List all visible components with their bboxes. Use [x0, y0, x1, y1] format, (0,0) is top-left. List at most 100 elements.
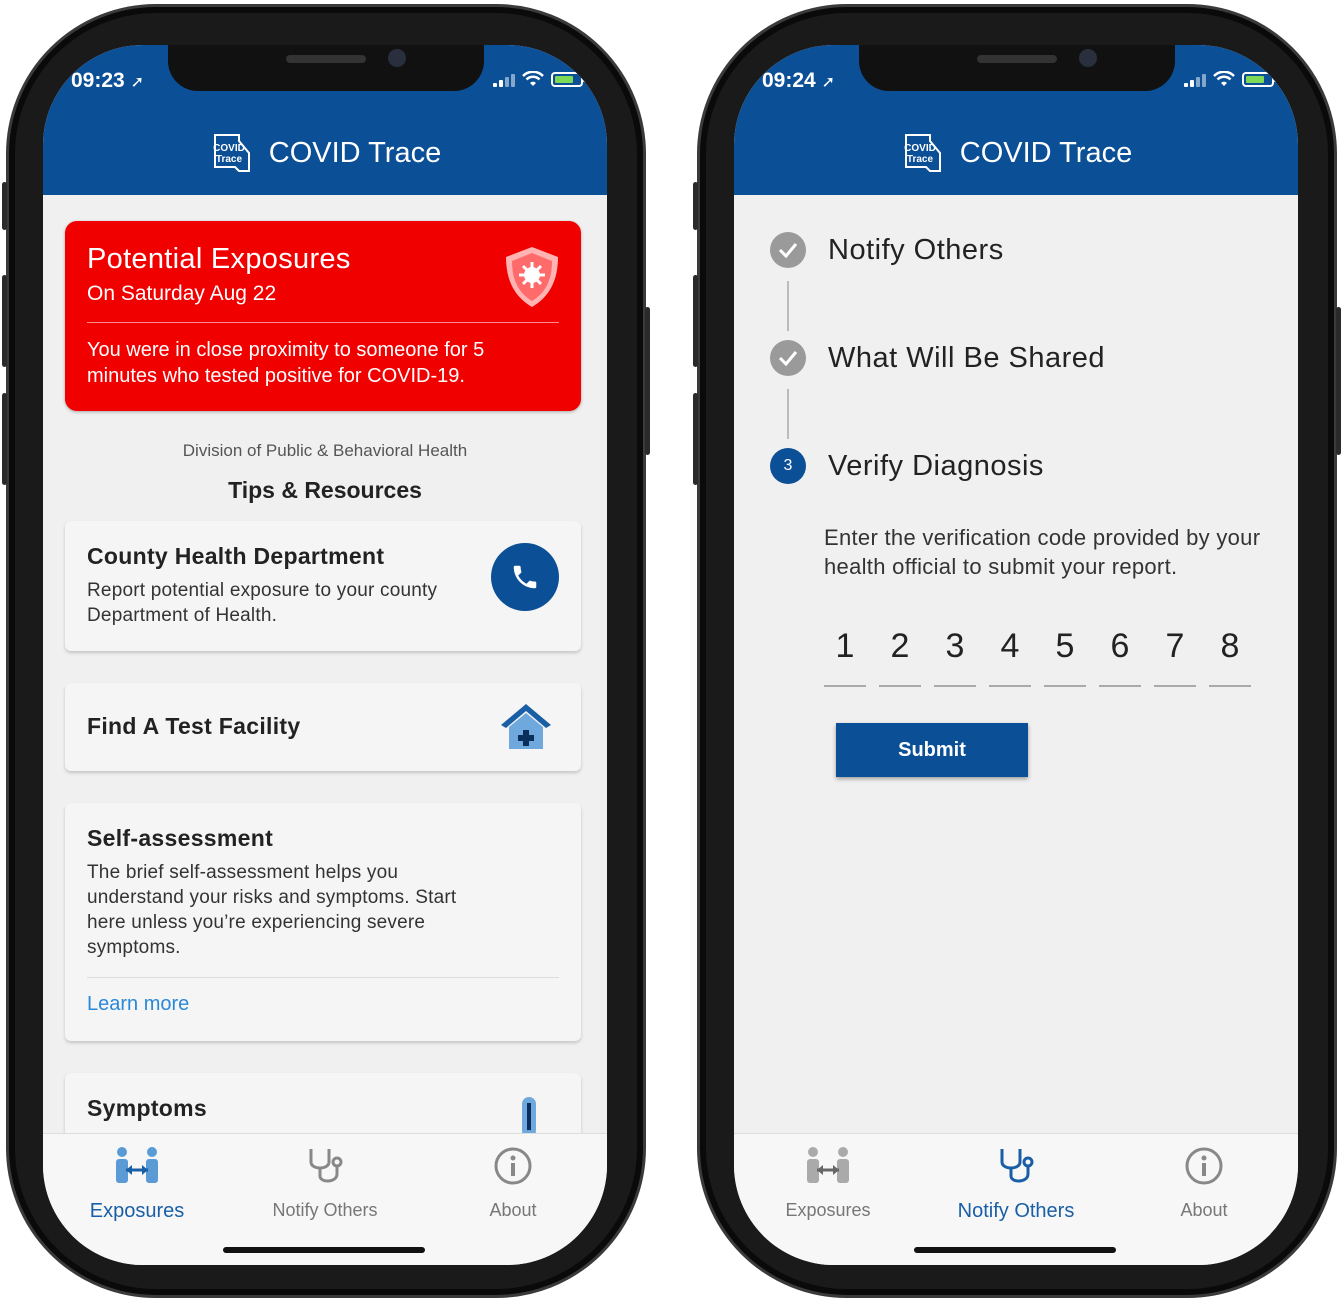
step-label: Verify Diagnosis: [828, 449, 1044, 482]
code-digit-field[interactable]: 3: [934, 625, 976, 687]
battery-icon: [1242, 72, 1277, 87]
svg-text:Trace: Trace: [907, 154, 934, 165]
status-icons: [493, 71, 586, 87]
wifi-icon: [1213, 71, 1235, 87]
code-digit-field[interactable]: 8: [1209, 625, 1251, 687]
tab-notify-others[interactable]: Notify Others: [231, 1144, 419, 1221]
location-arrow-icon: ➚: [130, 74, 144, 91]
app-title-bar: COVID Trace COVID Trace: [734, 131, 1298, 175]
mute-switch: [2, 182, 7, 230]
stethoscope-icon: [922, 1144, 1110, 1188]
app-title: COVID Trace: [959, 136, 1133, 169]
tab-label: Notify Others: [272, 1200, 378, 1220]
alert-message: You were in close proximity to someone f…: [87, 339, 485, 387]
volume-up-button: [2, 275, 7, 367]
exposures-icon: [43, 1144, 231, 1188]
check-icon: [770, 340, 806, 376]
volume-up-button: [693, 275, 698, 367]
tab-label: About: [1180, 1200, 1228, 1220]
svg-text:Trace: Trace: [216, 154, 243, 165]
exposure-alert-card[interactable]: Potential Exposures On Saturday Aug 22 Y…: [65, 221, 581, 411]
status-time: 09:24 ➚: [762, 69, 835, 92]
tab-exposures[interactable]: Exposures: [734, 1144, 922, 1221]
tab-label: About: [489, 1200, 537, 1220]
app-header: 09:24 ➚ COVID Trace COVID Trace: [734, 45, 1298, 195]
info-icon: [419, 1144, 607, 1188]
card-description: The brief self-assessment helps you unde…: [87, 862, 457, 958]
verification-code-input[interactable]: 1 2 3 4 5 6 7 8: [824, 625, 1251, 687]
location-arrow-icon: ➚: [821, 74, 835, 91]
phone-icon: [513, 565, 537, 589]
status-time: 09:23 ➚: [71, 69, 144, 92]
hospital-icon: [499, 701, 553, 756]
step-number-badge: 3: [770, 448, 806, 484]
tab-label: Exposures: [89, 1200, 185, 1222]
step-connector: [787, 281, 789, 331]
tab-bar: Exposures Notify Others About: [43, 1133, 607, 1265]
call-button[interactable]: [491, 543, 559, 611]
screen-notify-others: 09:24 ➚ COVID Trace COVID Trace Notify O…: [734, 45, 1298, 1265]
screen-exposures: 09:23 ➚ COVID Trace COVID Trace Potentia…: [43, 45, 607, 1265]
power-button: [645, 307, 650, 455]
tab-notify-others[interactable]: Notify Others: [922, 1144, 1110, 1223]
step-what-will-be-shared: What Will Be Shared: [770, 340, 1105, 376]
card-title: County Health Department: [87, 543, 385, 569]
phone-frame-right: 09:24 ➚ COVID Trace COVID Trace Notify O…: [693, 4, 1341, 1298]
info-icon: [1110, 1144, 1298, 1188]
tips-title: Tips & Resources: [228, 477, 422, 503]
learn-more-link[interactable]: Learn more: [87, 993, 189, 1016]
find-test-facility-card[interactable]: Find A Test Facility: [65, 683, 581, 771]
card-title: Find A Test Facility: [87, 713, 301, 739]
code-digit-field[interactable]: 6: [1099, 625, 1141, 687]
exposures-icon: [734, 1144, 922, 1188]
mute-switch: [693, 182, 698, 230]
signal-icon: [493, 74, 515, 87]
step-label: What Will Be Shared: [828, 341, 1106, 374]
home-indicator[interactable]: [223, 1247, 425, 1253]
step-notify-others: Notify Others: [770, 232, 1004, 268]
card-description: Report potential exposure to your county…: [87, 580, 438, 626]
division-label: Division of Public & Behavioral Health: [182, 441, 468, 460]
card-title: Symptoms: [87, 1095, 207, 1121]
svg-text:COVID: COVID: [213, 143, 245, 154]
power-button: [1336, 307, 1341, 455]
step-connector: [787, 389, 789, 439]
notch: [168, 45, 484, 91]
tab-bar: Exposures Notify Others About: [734, 1133, 1298, 1265]
step-label: Notify Others: [828, 233, 1004, 266]
card-divider: [87, 977, 559, 978]
submit-button[interactable]: Submit: [836, 723, 1028, 777]
volume-down-button: [2, 393, 7, 485]
virus-shield-icon: [503, 245, 561, 314]
alert-title: Potential Exposures: [87, 243, 351, 275]
covid-trace-logo: COVID Trace: [209, 131, 253, 175]
signal-icon: [1184, 74, 1206, 87]
card-title: Self-assessment: [87, 825, 274, 851]
wifi-icon: [522, 71, 544, 87]
status-icons: [1184, 71, 1277, 87]
notch: [859, 45, 1175, 91]
tab-about[interactable]: About: [1110, 1144, 1298, 1221]
app-title: COVID Trace: [268, 136, 442, 169]
alert-date: On Saturday Aug 22: [87, 282, 277, 305]
tab-label: Notify Others: [957, 1200, 1075, 1222]
check-icon: [770, 232, 806, 268]
self-assessment-card: Self-assessment The brief self-assessmen…: [65, 803, 581, 1041]
code-digit-field[interactable]: 7: [1154, 625, 1196, 687]
code-digit-field[interactable]: 4: [989, 625, 1031, 687]
verify-instructions: Enter the verification code provided by …: [824, 525, 1261, 579]
home-indicator[interactable]: [914, 1247, 1116, 1253]
code-digit-field[interactable]: 5: [1044, 625, 1086, 687]
tab-exposures[interactable]: Exposures: [43, 1144, 231, 1223]
county-health-card[interactable]: County Health Department Report potentia…: [65, 521, 581, 651]
code-digit-field[interactable]: 1: [824, 625, 866, 687]
step-verify-diagnosis: 3 Verify Diagnosis: [770, 448, 1044, 484]
app-title-bar: COVID Trace COVID Trace: [43, 131, 607, 175]
battery-icon: [551, 72, 586, 87]
covid-trace-logo: COVID Trace: [900, 131, 944, 175]
phone-frame-left: 09:23 ➚ COVID Trace COVID Trace Potentia…: [2, 4, 650, 1298]
tab-about[interactable]: About: [419, 1144, 607, 1221]
tab-label: Exposures: [785, 1200, 871, 1220]
volume-down-button: [693, 393, 698, 485]
code-digit-field[interactable]: 2: [879, 625, 921, 687]
